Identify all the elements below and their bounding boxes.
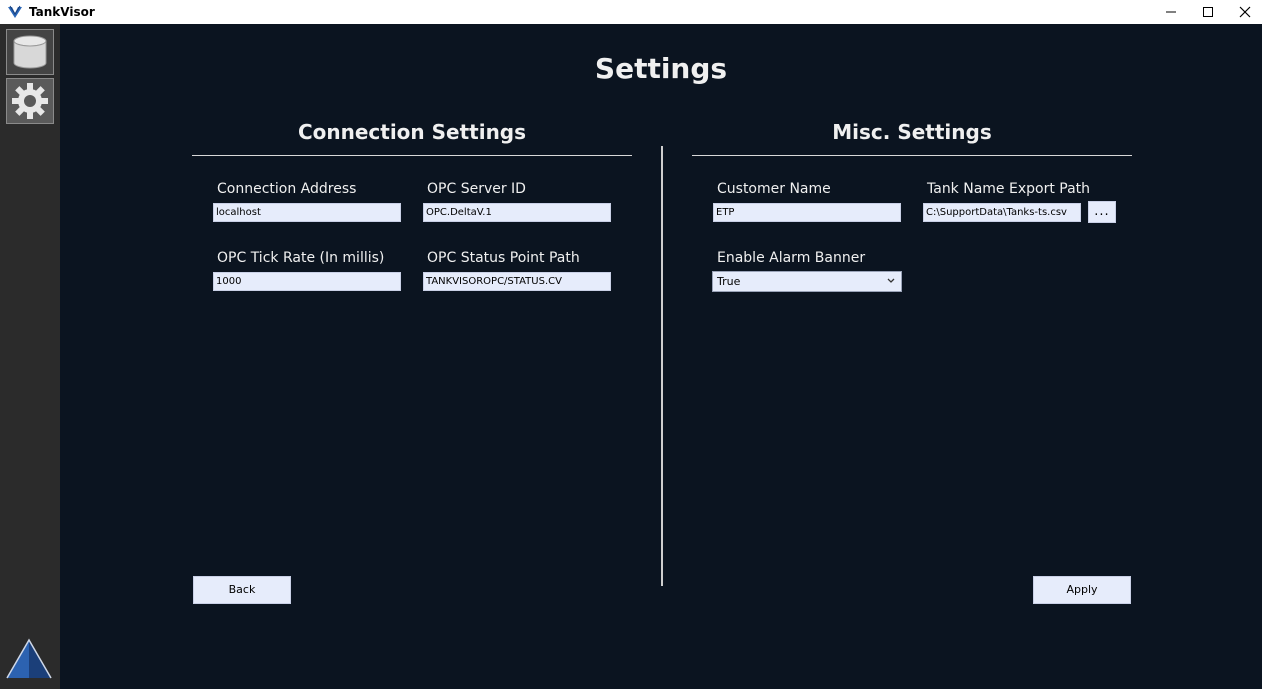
misc-divider — [692, 155, 1132, 156]
maximize-icon — [1203, 7, 1213, 17]
customer-name-input[interactable]: ETP — [713, 203, 901, 222]
alarm-banner-value: True — [717, 275, 741, 288]
customer-name-label: Customer Name — [717, 181, 831, 197]
close-button[interactable] — [1226, 0, 1262, 24]
maximize-button[interactable] — [1189, 0, 1227, 24]
apply-button[interactable]: Apply — [1033, 576, 1131, 604]
sidebar-item-database[interactable] — [6, 29, 54, 75]
opc-tick-rate-label: OPC Tick Rate (In millis) — [217, 250, 385, 266]
title-bar: TankVisor — [0, 0, 1262, 24]
gear-icon — [12, 83, 48, 119]
connection-divider — [192, 155, 632, 156]
alarm-banner-select[interactable]: True — [712, 271, 902, 292]
connection-settings-heading: Connection Settings — [297, 120, 527, 144]
opc-status-path-label: OPC Status Point Path — [427, 250, 580, 266]
misc-settings-heading: Misc. Settings — [832, 120, 992, 144]
sidebar — [0, 24, 60, 689]
minimize-button[interactable] — [1152, 0, 1190, 24]
tankvisor-logo-icon — [8, 5, 22, 18]
export-path-input[interactable]: C:\SupportData\Tanks-ts.csv — [923, 203, 1081, 222]
brand-triangle-icon — [6, 638, 52, 679]
browse-button[interactable]: ... — [1088, 201, 1116, 223]
connection-address-input[interactable]: localhost — [213, 203, 401, 222]
opc-tick-rate-input[interactable]: 1000 — [213, 272, 401, 291]
opc-server-id-input[interactable]: OPC.DeltaV.1 — [423, 203, 611, 222]
settings-page: Settings Connection Settings Misc. Setti… — [60, 24, 1262, 689]
connection-address-label: Connection Address — [217, 181, 357, 197]
alarm-banner-label: Enable Alarm Banner — [717, 250, 866, 266]
app-title: TankVisor — [29, 5, 95, 19]
chevron-down-icon — [887, 278, 895, 283]
minimize-icon — [1166, 11, 1176, 13]
section-separator — [661, 146, 663, 586]
page-title: Settings — [594, 52, 728, 85]
export-path-label: Tank Name Export Path — [927, 181, 1091, 197]
opc-status-path-input[interactable]: TANKVISOROPC/STATUS.CV — [423, 272, 611, 291]
sidebar-item-settings[interactable] — [6, 78, 54, 124]
back-button[interactable]: Back — [193, 576, 291, 604]
database-icon — [13, 35, 47, 69]
close-icon — [1239, 6, 1251, 18]
opc-server-id-label: OPC Server ID — [427, 181, 526, 197]
